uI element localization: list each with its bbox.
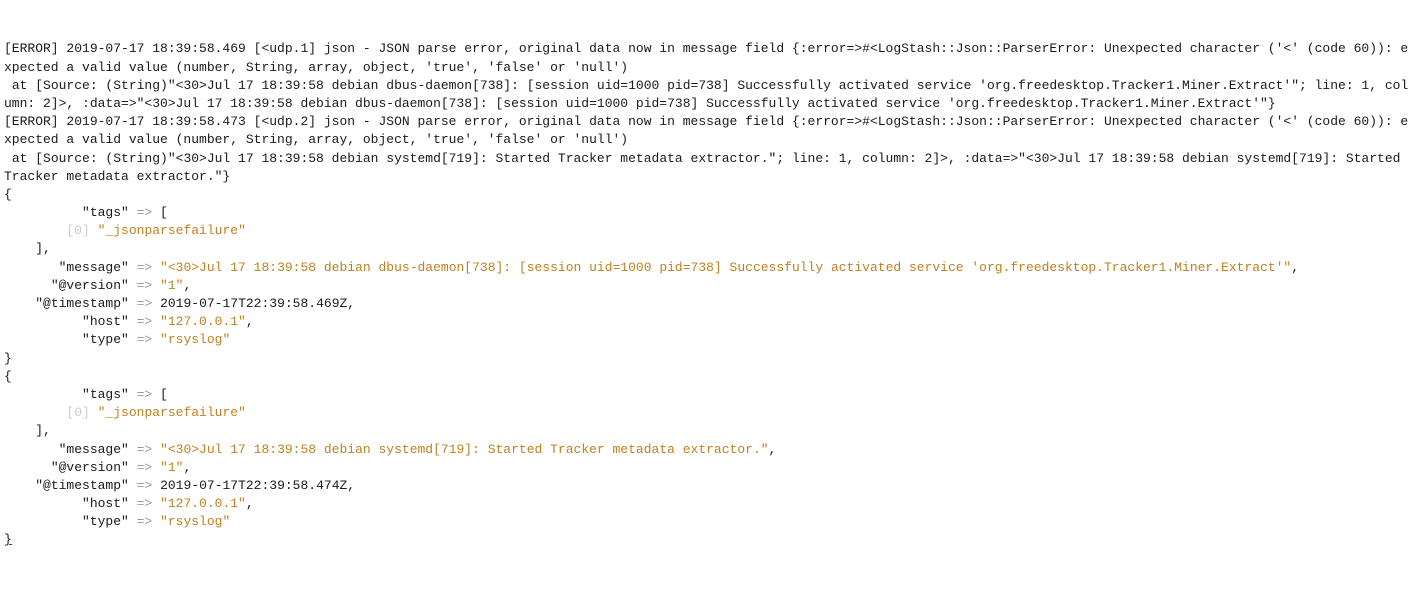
field-key-message: "message" [4, 442, 129, 457]
array-index: [0] [4, 223, 98, 238]
arrow-icon: => [129, 296, 160, 311]
error-log-line: [ERROR] 2019-07-17 18:39:58.473 [<udp.2]… [4, 114, 1408, 147]
type-value: "rsyslog" [160, 332, 230, 347]
arrow-icon: => [129, 478, 160, 493]
field-key-tags: "tags" [4, 205, 129, 220]
comma: , [246, 496, 254, 511]
array-close: ], [4, 241, 51, 256]
arrow-icon: => [129, 205, 160, 220]
arrow-icon: => [129, 514, 160, 529]
field-key-host: "host" [4, 314, 129, 329]
comma: , [246, 314, 254, 329]
arrow-icon: => [129, 314, 160, 329]
brace-open: { [4, 369, 12, 384]
arrow-icon: => [129, 496, 160, 511]
comma: , [1291, 260, 1299, 275]
arrow-icon: => [129, 387, 160, 402]
field-key-type: "type" [4, 332, 129, 347]
field-key-version: "@version" [4, 460, 129, 475]
message-value: "<30>Jul 17 18:39:58 debian systemd[719]… [160, 442, 769, 457]
comma: , [183, 278, 191, 293]
arrow-icon: => [129, 460, 160, 475]
host-value: "127.0.0.1" [160, 314, 246, 329]
array-open: [ [160, 387, 168, 402]
arrow-icon: => [129, 442, 160, 457]
tag-value: "_jsonparsefailure" [98, 223, 246, 238]
timestamp-value: 2019-07-17T22:39:58.474Z [160, 478, 347, 493]
error-log-line: at [Source: (String)"<30>Jul 17 18:39:58… [4, 78, 1408, 111]
array-close: ], [4, 423, 51, 438]
field-key-host: "host" [4, 496, 129, 511]
brace-close: } [4, 532, 12, 547]
error-log-line: at [Source: (String)"<30>Jul 17 18:39:58… [4, 151, 1408, 184]
message-value: "<30>Jul 17 18:39:58 debian dbus-daemon[… [160, 260, 1291, 275]
comma: , [183, 460, 191, 475]
host-value: "127.0.0.1" [160, 496, 246, 511]
field-key-tags: "tags" [4, 387, 129, 402]
array-open: [ [160, 205, 168, 220]
type-value: "rsyslog" [160, 514, 230, 529]
version-value: "1" [160, 278, 183, 293]
arrow-icon: => [129, 278, 160, 293]
comma: , [347, 296, 355, 311]
timestamp-value: 2019-07-17T22:39:58.469Z [160, 296, 347, 311]
error-log-line: [ERROR] 2019-07-17 18:39:58.469 [<udp.1]… [4, 41, 1408, 74]
field-key-message: "message" [4, 260, 129, 275]
field-key-timestamp: "@timestamp" [4, 296, 129, 311]
field-key-type: "type" [4, 514, 129, 529]
field-key-version: "@version" [4, 278, 129, 293]
tag-value: "_jsonparsefailure" [98, 405, 246, 420]
version-value: "1" [160, 460, 183, 475]
arrow-icon: => [129, 332, 160, 347]
comma: , [769, 442, 777, 457]
field-key-timestamp: "@timestamp" [4, 478, 129, 493]
brace-open: { [4, 187, 12, 202]
brace-close: } [4, 351, 12, 366]
comma: , [347, 478, 355, 493]
array-index: [0] [4, 405, 98, 420]
arrow-icon: => [129, 260, 160, 275]
